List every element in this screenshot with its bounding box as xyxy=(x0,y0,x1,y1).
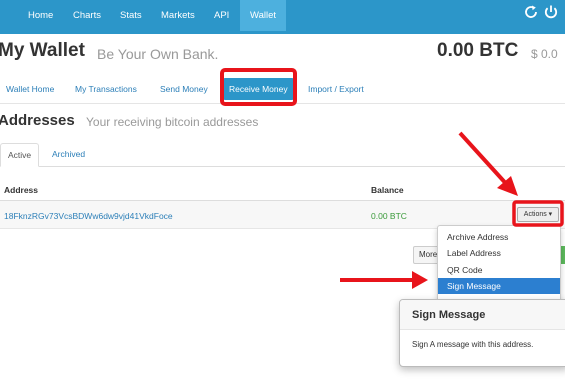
nav-api[interactable]: API xyxy=(204,0,239,31)
column-header-balance: Balance xyxy=(371,185,404,195)
power-icon[interactable] xyxy=(543,4,559,20)
top-navbar: Home Charts Stats Markets API Wallet xyxy=(0,0,565,34)
address-balance: 0.00 BTC xyxy=(371,211,407,221)
addresses-heading: Addresses xyxy=(0,112,75,129)
actions-button[interactable]: Actions ▾ xyxy=(517,207,559,222)
nav-home[interactable]: Home xyxy=(18,0,63,31)
subnav-receive-money[interactable]: Receive Money xyxy=(222,78,295,100)
menu-item-sign-message[interactable]: Sign Message xyxy=(438,278,560,294)
refresh-icon[interactable] xyxy=(523,4,539,20)
subnav-send-money[interactable]: Send Money xyxy=(160,78,208,100)
address-link[interactable]: 18FknzRGv73VcsBDWw6dw9vjd41VkdFoce xyxy=(4,211,173,221)
nav-wallet[interactable]: Wallet xyxy=(240,0,287,31)
page-title: My Wallet xyxy=(0,40,85,61)
popover-body: Sign A message with this address. xyxy=(412,340,534,349)
subnav-import-export[interactable]: Import / Export xyxy=(308,78,364,100)
nav-stats[interactable]: Stats xyxy=(110,0,152,31)
popover-title: Sign Message xyxy=(400,300,565,330)
wallet-balance-fiat: $ 0.0 xyxy=(531,47,558,61)
subnav-divider xyxy=(0,103,565,104)
arrow-to-actions-icon xyxy=(458,131,518,196)
nav-markets[interactable]: Markets xyxy=(151,0,205,31)
sign-message-popover: Sign Message Sign A message with this ad… xyxy=(399,299,565,367)
tab-archived[interactable]: Archived xyxy=(45,143,92,167)
page-subtitle: Be Your Own Bank. xyxy=(97,46,219,62)
subnav-wallet-home[interactable]: Wallet Home xyxy=(6,78,54,100)
wallet-balance: 0.00 BTC xyxy=(437,40,519,61)
subnav-my-transactions[interactable]: My Transactions xyxy=(75,78,137,100)
menu-item-qr-code[interactable]: QR Code xyxy=(438,262,560,278)
nav-charts[interactable]: Charts xyxy=(63,0,111,31)
menu-item-label-address[interactable]: Label Address xyxy=(438,245,560,261)
column-header-address: Address xyxy=(4,185,39,195)
menu-item-archive-address[interactable]: Archive Address xyxy=(438,229,560,245)
wallet-subnav: Wallet Home My Transactions Send Money R… xyxy=(0,72,565,104)
tab-active[interactable]: Active xyxy=(0,143,40,167)
arrow-to-sign-message-icon xyxy=(340,271,428,289)
actions-dropdown-menu: Archive Address Label Address QR Code Si… xyxy=(437,225,561,303)
addresses-subheading: Your receiving bitcoin addresses xyxy=(86,115,259,129)
wallet-page: Home Charts Stats Markets API Wallet My … xyxy=(0,0,565,383)
